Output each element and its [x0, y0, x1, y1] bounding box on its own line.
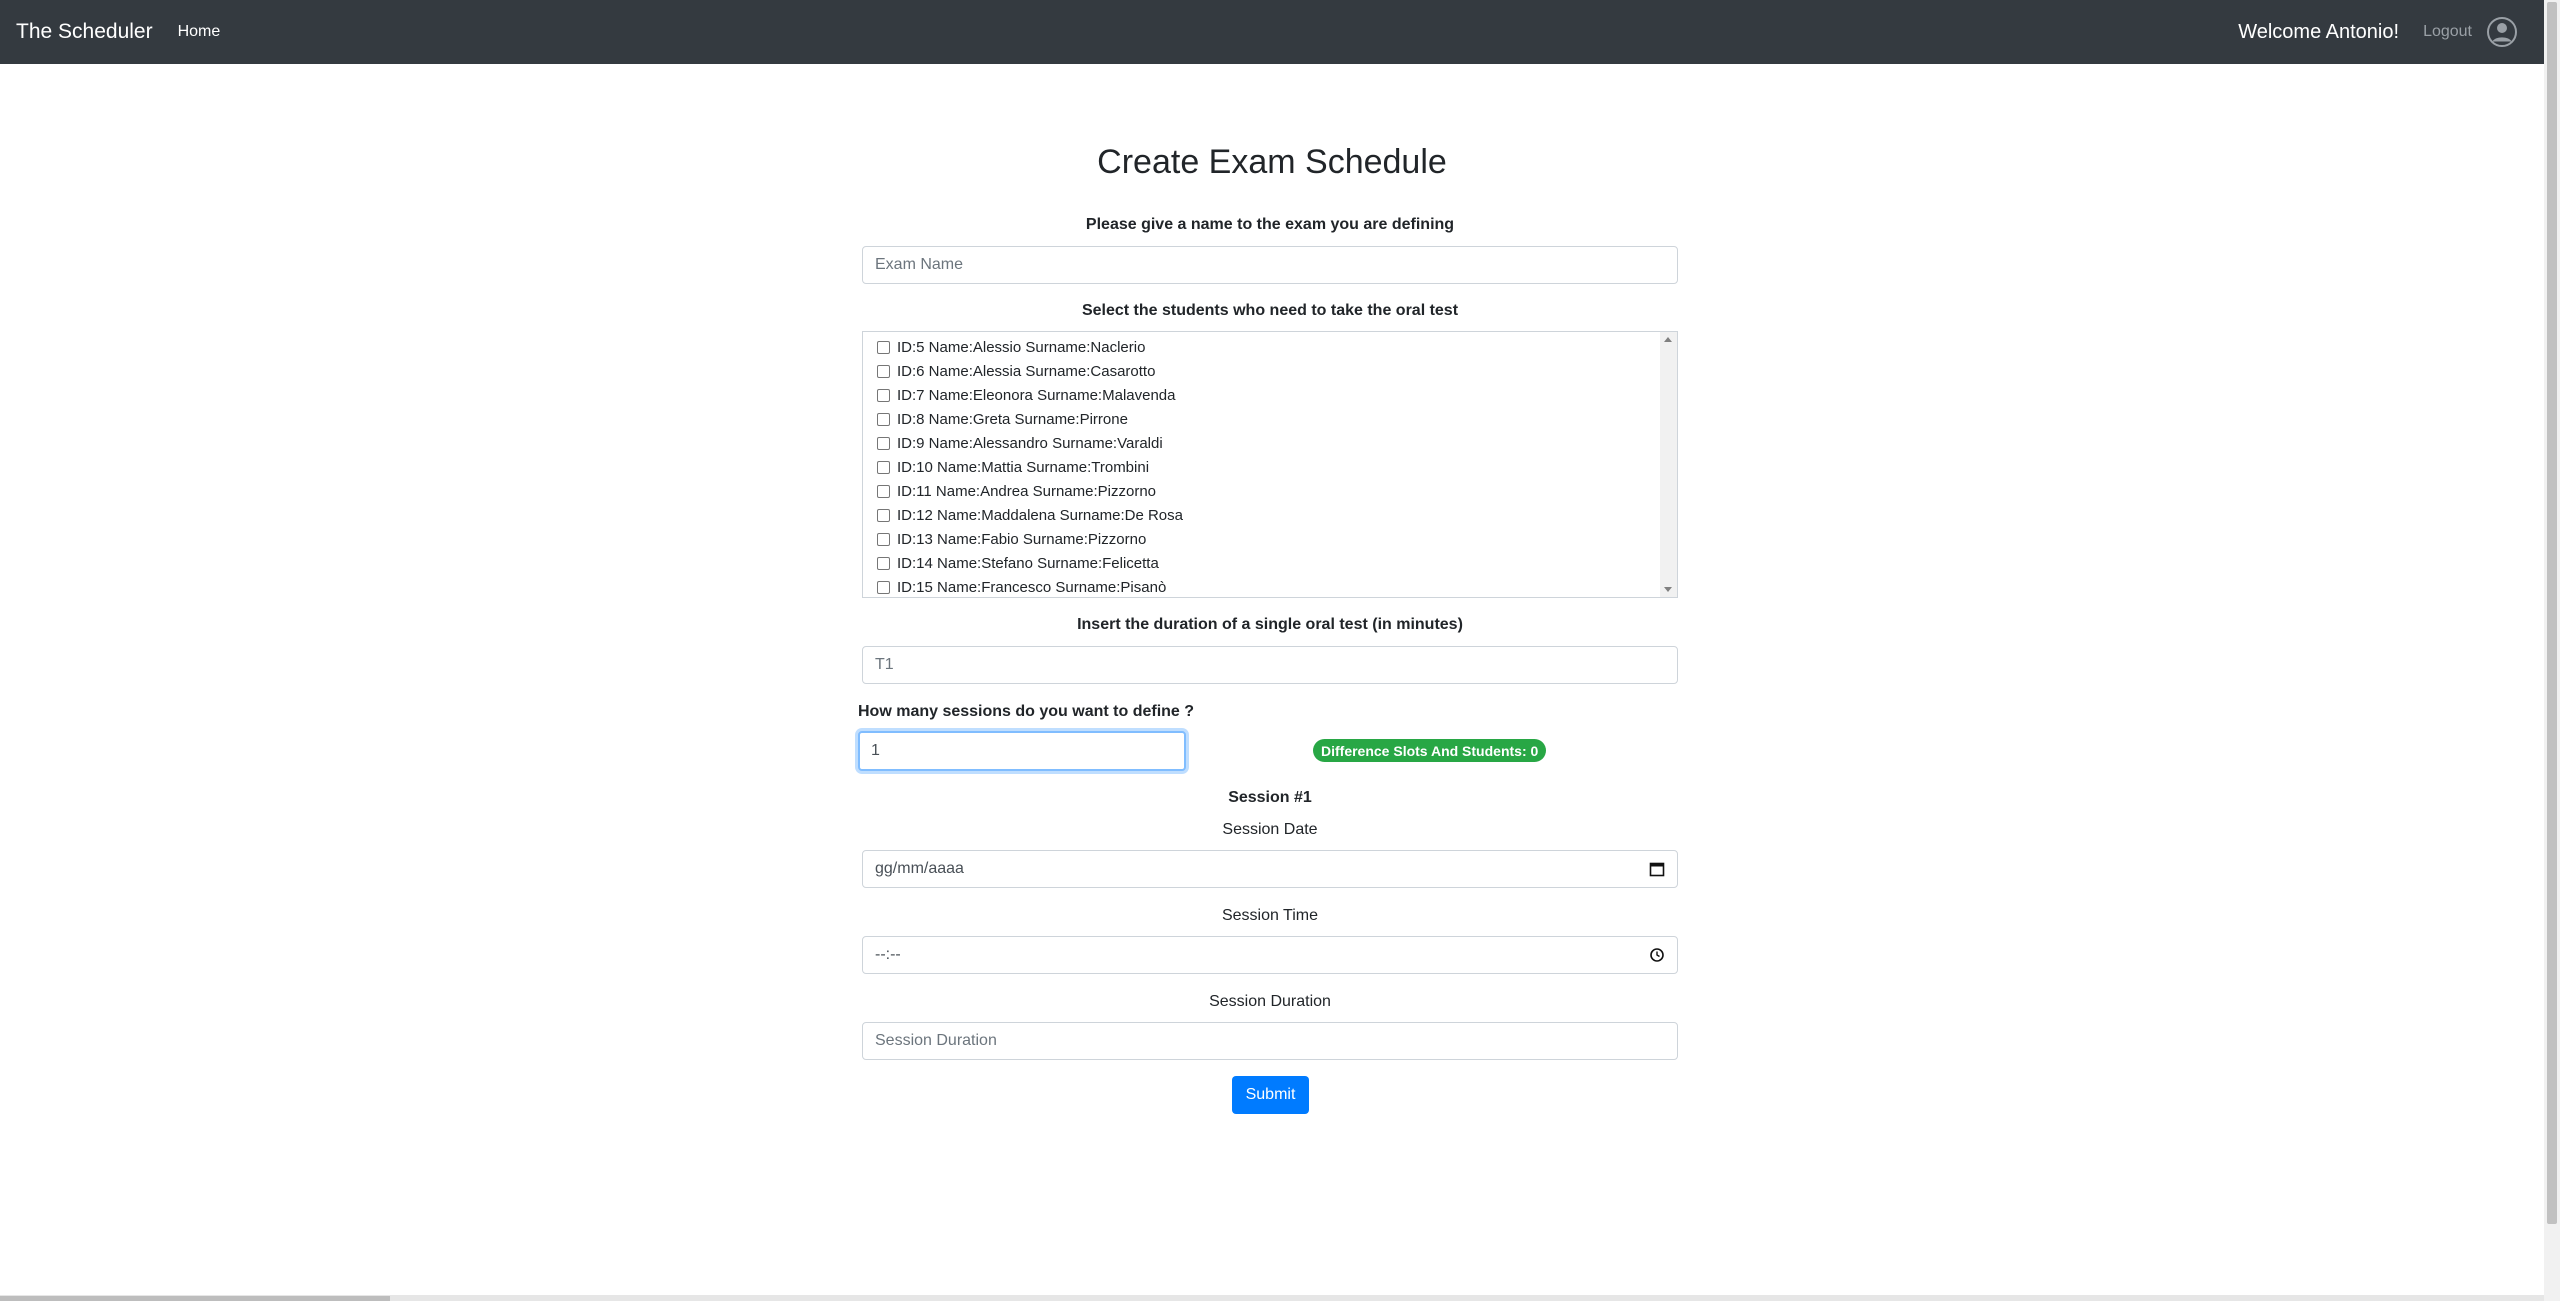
student-checkbox[interactable] — [877, 436, 890, 450]
logout-link[interactable]: Logout — [2423, 23, 2472, 41]
duration-label: Insert the duration of a single oral tes… — [1077, 616, 1463, 633]
student-label: ID:6 Name:Alessia Surname:Casarotto — [897, 362, 1156, 380]
user-circle-icon[interactable] — [2486, 16, 2518, 48]
session-date-label: Session Date — [1222, 821, 1318, 838]
session-time-input[interactable]: --:-- — [862, 936, 1678, 974]
student-checkbox[interactable] — [877, 412, 890, 426]
nav-right: Welcome Antonio! Logout — [2238, 16, 2518, 48]
student-row[interactable]: ID:15 Name:Francesco Surname:Pisanò — [877, 575, 1183, 597]
student-list: ID:5 Name:Alessio Surname:Naclerio ID:6 … — [877, 335, 1183, 597]
student-select-list[interactable]: ID:5 Name:Alessio Surname:Naclerio ID:6 … — [862, 331, 1678, 598]
student-label: ID:7 Name:Eleonora Surname:Malavenda — [897, 386, 1176, 404]
student-checkbox[interactable] — [877, 556, 890, 570]
nav-home-link[interactable]: Home — [178, 23, 221, 41]
student-checkbox[interactable] — [877, 532, 890, 546]
exam-name-label: Please give a name to the exam you are d… — [1085, 216, 1455, 233]
student-label: ID:15 Name:Francesco Surname:Pisanò — [897, 578, 1167, 596]
calendar-icon[interactable] — [1649, 861, 1665, 877]
student-label: ID:8 Name:Greta Surname:Pirrone — [897, 410, 1128, 428]
student-checkbox[interactable] — [877, 388, 890, 402]
student-label: ID:12 Name:Maddalena Surname:De Rosa — [897, 506, 1183, 524]
session-title: Session #1 — [1228, 789, 1312, 806]
student-row[interactable]: ID:5 Name:Alessio Surname:Naclerio — [877, 335, 1183, 359]
clock-icon[interactable] — [1649, 947, 1665, 963]
session-time-placeholder: --:-- — [875, 946, 901, 963]
students-label: Select the students who need to take the… — [1081, 302, 1459, 319]
student-row[interactable]: ID:12 Name:Maddalena Surname:De Rosa — [877, 503, 1183, 527]
page-scrollbar-thumb[interactable] — [2547, 2, 2557, 1224]
session-duration-input[interactable] — [862, 1022, 1678, 1060]
student-row[interactable]: ID:13 Name:Fabio Surname:Pizzorno — [877, 527, 1183, 551]
student-checkbox[interactable] — [877, 364, 890, 378]
student-row[interactable]: ID:7 Name:Eleonora Surname:Malavenda — [877, 383, 1183, 407]
exam-name-input[interactable] — [862, 246, 1678, 284]
scroll-up-arrow-icon[interactable] — [1664, 337, 1672, 342]
session-duration-label: Session Duration — [1209, 993, 1331, 1010]
student-row[interactable]: ID:14 Name:Stefano Surname:Felicetta — [877, 551, 1183, 575]
session-time-label: Session Time — [1221, 907, 1319, 924]
brand[interactable]: The Scheduler — [16, 20, 153, 44]
student-label: ID:9 Name:Alessandro Surname:Varaldi — [897, 434, 1163, 452]
sessions-count-input[interactable] — [858, 731, 1186, 771]
welcome-text: Welcome Antonio! — [2238, 20, 2400, 43]
student-label: ID:10 Name:Mattia Surname:Trombini — [897, 458, 1150, 476]
student-checkbox[interactable] — [877, 508, 890, 522]
sessions-label: How many sessions do you want to define … — [858, 703, 1195, 720]
student-checkbox[interactable] — [877, 484, 890, 498]
student-label: ID:11 Name:Andrea Surname:Pizzorno — [897, 482, 1157, 500]
student-label: ID:14 Name:Stefano Surname:Felicetta — [897, 554, 1159, 572]
session-date-input[interactable]: gg/mm/aaaa — [862, 850, 1678, 888]
navbar: The Scheduler Home Welcome Antonio! Logo… — [0, 0, 2544, 64]
page-scrollbar[interactable] — [2544, 0, 2560, 1301]
page-title: Create Exam Schedule — [1097, 143, 1447, 181]
difference-badge: Difference Slots And Students: 0 — [1313, 739, 1547, 762]
scroll-down-arrow-icon[interactable] — [1664, 587, 1672, 592]
student-checkbox[interactable] — [877, 340, 890, 354]
student-checkbox[interactable] — [877, 580, 890, 594]
submit-button[interactable]: Submit — [1232, 1076, 1309, 1114]
duration-input[interactable] — [862, 646, 1678, 684]
student-row[interactable]: ID:9 Name:Alessandro Surname:Varaldi — [877, 431, 1183, 455]
student-list-scrollbar[interactable] — [1660, 332, 1677, 597]
student-label: ID:13 Name:Fabio Surname:Pizzorno — [897, 530, 1147, 548]
bottom-scrollbar-thumb[interactable] — [0, 1296, 390, 1301]
student-row[interactable]: ID:11 Name:Andrea Surname:Pizzorno — [877, 479, 1183, 503]
student-checkbox[interactable] — [877, 460, 890, 474]
student-row[interactable]: ID:6 Name:Alessia Surname:Casarotto — [877, 359, 1183, 383]
student-row[interactable]: ID:10 Name:Mattia Surname:Trombini — [877, 455, 1183, 479]
session-date-placeholder: gg/mm/aaaa — [875, 860, 964, 877]
student-row[interactable]: ID:8 Name:Greta Surname:Pirrone — [877, 407, 1183, 431]
student-label: ID:5 Name:Alessio Surname:Naclerio — [897, 338, 1146, 356]
